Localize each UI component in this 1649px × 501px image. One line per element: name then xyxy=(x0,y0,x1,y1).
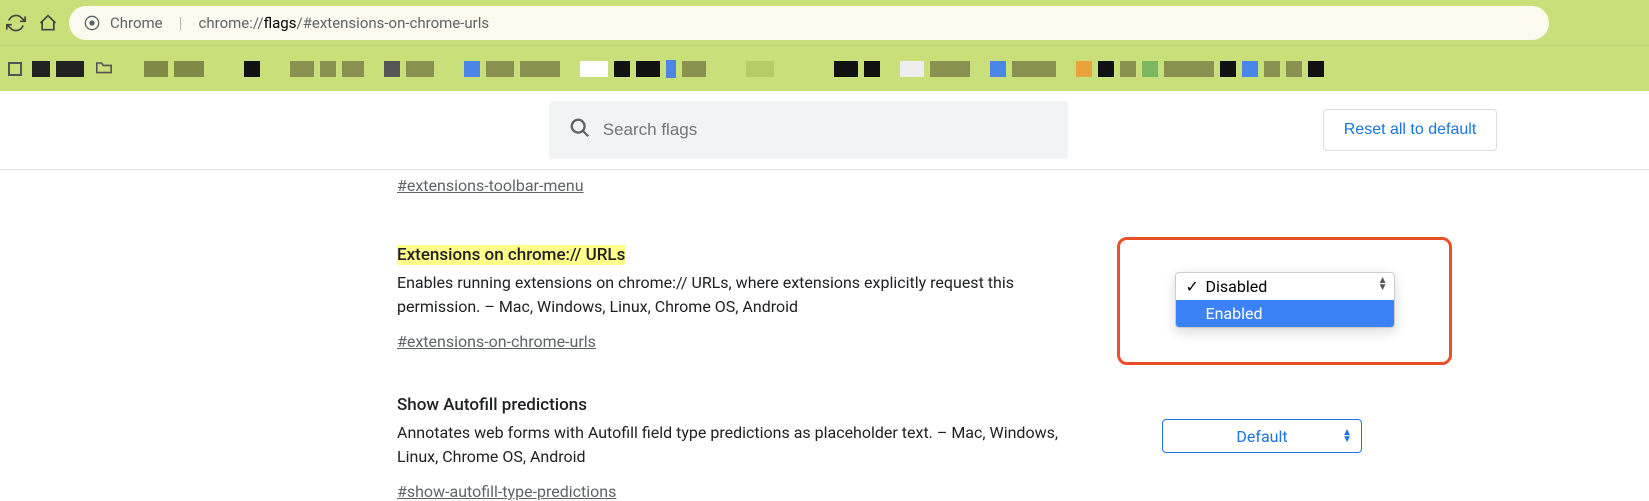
bookmark-item[interactable] xyxy=(1164,61,1214,77)
flag-title: Extensions on chrome:// URLs xyxy=(397,245,625,265)
bookmark-item[interactable] xyxy=(636,61,660,77)
search-input[interactable] xyxy=(603,120,1048,140)
url-context: Chrome xyxy=(110,14,163,32)
bookmark-item[interactable] xyxy=(56,61,84,77)
search-box[interactable] xyxy=(549,101,1068,159)
reload-icon[interactable] xyxy=(5,12,27,34)
folder-icon[interactable] xyxy=(94,59,114,79)
bookmark-item[interactable] xyxy=(1242,61,1258,77)
bookmark-item[interactable] xyxy=(174,61,204,77)
url-text: chrome://flags/#extensions-on-chrome-url… xyxy=(199,14,490,32)
flag-item: Extensions on chrome:// URLs Enables run… xyxy=(397,245,1649,365)
flag-description: Enables running extensions on chrome:// … xyxy=(397,271,1097,319)
bookmark-item[interactable] xyxy=(1264,61,1280,77)
bookmark-item[interactable] xyxy=(1308,61,1324,77)
flag-hash-link[interactable]: #extensions-toolbar-menu xyxy=(397,176,584,195)
bookmarks-bar xyxy=(0,45,1649,91)
bookmark-item[interactable] xyxy=(32,61,50,77)
dropdown-option-enabled[interactable]: Enabled xyxy=(1176,300,1394,327)
bookmark-item[interactable] xyxy=(406,61,434,77)
flag-hash-link[interactable]: #extensions-on-chrome-urls xyxy=(397,332,596,351)
page-content: Reset all to default #extensions-toolbar… xyxy=(0,91,1649,501)
bookmark-item[interactable] xyxy=(342,61,364,77)
flag-select-wrap: Default ▲▼ xyxy=(1162,419,1362,453)
bookmark-item[interactable] xyxy=(990,61,1006,77)
bookmark-item[interactable] xyxy=(580,61,608,77)
bookmark-item[interactable] xyxy=(746,61,774,77)
annotation-highlight: ▲▼ Disabled Enabled xyxy=(1117,237,1452,365)
flag-list: #extensions-toolbar-menu Extensions on c… xyxy=(0,176,1649,501)
bookmark-item[interactable] xyxy=(864,61,880,77)
address-bar[interactable]: Chrome | chrome://flags/#extensions-on-c… xyxy=(69,6,1549,40)
bookmark-item[interactable] xyxy=(244,61,260,77)
bookmark-item[interactable] xyxy=(666,60,676,78)
bookmark-item[interactable] xyxy=(1286,61,1302,77)
dropdown-option-disabled[interactable]: Disabled xyxy=(1176,273,1394,300)
bookmark-item[interactable] xyxy=(320,61,336,77)
browser-toolbar: Chrome | chrome://flags/#extensions-on-c… xyxy=(0,0,1649,45)
reset-all-button[interactable]: Reset all to default xyxy=(1323,109,1498,151)
bookmark-item[interactable] xyxy=(682,61,706,77)
bookmark-item[interactable] xyxy=(614,61,630,77)
bookmark-item[interactable] xyxy=(144,61,168,77)
bookmark-item[interactable] xyxy=(1098,61,1114,77)
flag-select[interactable]: Default xyxy=(1162,419,1362,453)
flag-dropdown-open[interactable]: ▲▼ Disabled Enabled xyxy=(1175,272,1395,328)
bookmark-item[interactable] xyxy=(1076,61,1092,77)
bookmark-item[interactable] xyxy=(930,61,970,77)
bookmark-item[interactable] xyxy=(834,61,858,77)
bookmark-item[interactable] xyxy=(1142,61,1158,77)
search-row: Reset all to default xyxy=(0,91,1649,170)
bookmark-item[interactable] xyxy=(464,61,480,77)
bookmark-item[interactable] xyxy=(520,61,560,77)
bookmark-item[interactable] xyxy=(486,61,514,77)
flag-description: Annotates web forms with Autofill field … xyxy=(397,421,1097,469)
flag-title: Show Autofill predictions xyxy=(397,395,1097,415)
panel-icon[interactable] xyxy=(8,62,22,76)
bookmark-item[interactable] xyxy=(900,61,924,77)
bookmark-item[interactable] xyxy=(1220,61,1236,77)
home-icon[interactable] xyxy=(37,12,59,34)
bookmark-item[interactable] xyxy=(1120,61,1136,77)
bookmark-item[interactable] xyxy=(384,61,400,77)
bookmark-item[interactable] xyxy=(1012,61,1056,77)
bookmark-item[interactable] xyxy=(290,61,314,77)
chrome-page-icon xyxy=(84,15,100,31)
flag-hash-link[interactable]: #show-autofill-type-predictions xyxy=(397,482,616,501)
search-icon xyxy=(569,117,591,143)
flag-item: Show Autofill predictions Annotates web … xyxy=(397,395,1649,501)
